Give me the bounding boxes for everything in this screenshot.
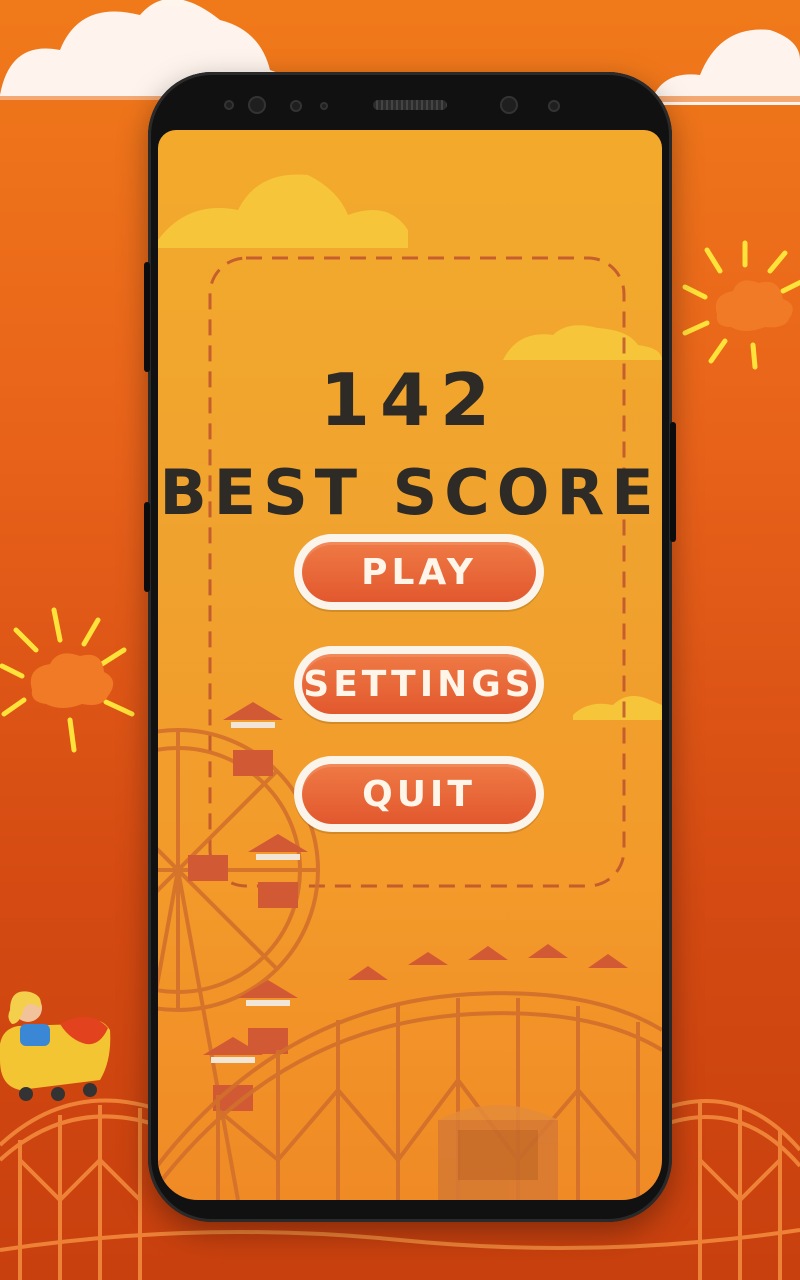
ticket-booth [438,1105,558,1200]
volume-button [144,262,150,372]
sun-icon [0,607,135,753]
earpiece-speaker [373,100,447,110]
play-button-label: PLAY [302,542,536,602]
power-button [670,422,676,542]
settings-button-label: SETTINGS [302,654,536,714]
cloud-icon [650,29,800,105]
bixby-button [144,502,150,592]
settings-button[interactable]: SETTINGS [294,646,544,722]
phone-frame: 142 BEST SCORE PLAY SETTINGS QUIT [144,72,676,1222]
iris-camera-icon [248,96,266,114]
sensor-icon [224,100,234,110]
game-screen: 142 BEST SCORE PLAY SETTINGS QUIT [158,130,662,1200]
sensor-icon [548,100,560,112]
quit-button[interactable]: QUIT [294,756,544,832]
quit-button-label: QUIT [302,764,536,824]
front-camera-icon [500,96,518,114]
play-button[interactable]: PLAY [294,534,544,610]
score-value: 142 [319,358,501,442]
sensor-icon [290,100,302,112]
sensor-icon [320,102,328,110]
sun-icon [682,240,800,370]
best-score-label: BEST SCORE [159,456,661,529]
ferris-gondolas [188,702,308,1111]
coaster-rider [0,991,111,1101]
